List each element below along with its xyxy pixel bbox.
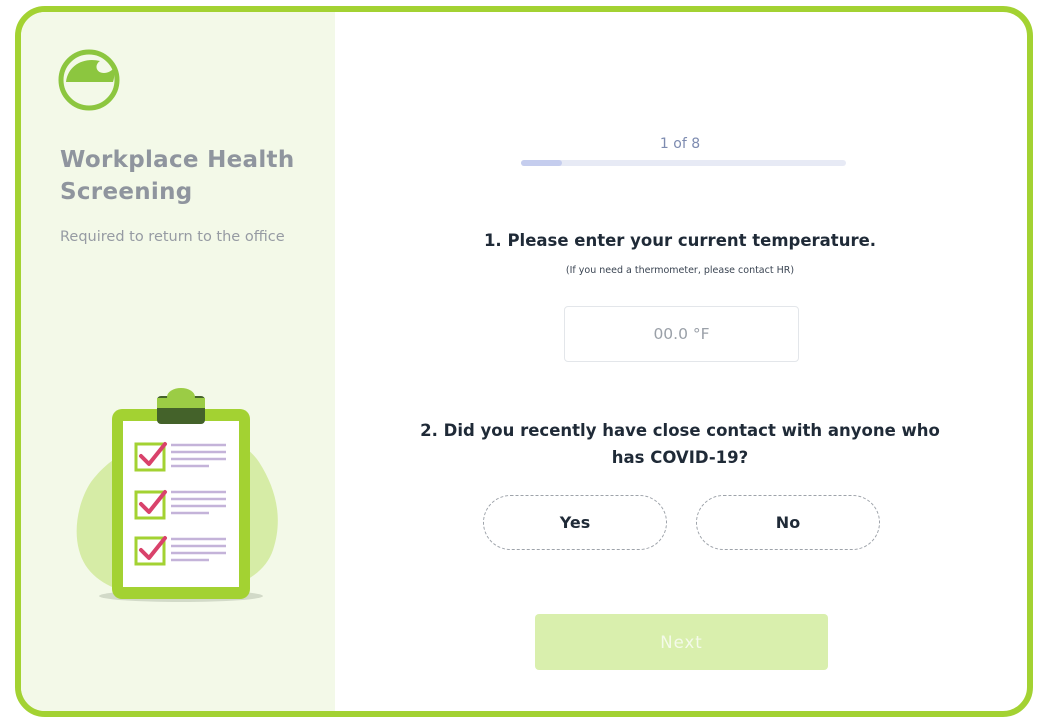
no-option-button[interactable]: No [696,495,880,550]
yes-option-button[interactable]: Yes [483,495,667,550]
progress-bar-fill [521,160,562,166]
app-title: Workplace Health Screening [60,147,295,205]
question-contact-title: 2. Did you recently have close contact w… [420,421,940,467]
app-subtitle: Required to return to the office [60,229,285,245]
clipboard-checklist-illustration [76,388,278,602]
temperature-input[interactable] [564,306,799,362]
progress-bar [521,160,846,166]
screening-form: 1 of 8 1. Please enter your current temp… [335,12,1027,711]
question-temperature-note: (If you need a thermometer, please conta… [565,265,795,276]
step-counter: 1 of 8 [659,136,701,152]
leaf-logo-icon [58,49,120,111]
question-temperature-title: 1. Please enter your current temperature… [483,231,877,250]
next-button[interactable]: Next [535,614,828,670]
sidebar: Workplace Health Screening Required to r… [21,12,335,711]
app-window: Workplace Health Screening Required to r… [15,6,1033,717]
